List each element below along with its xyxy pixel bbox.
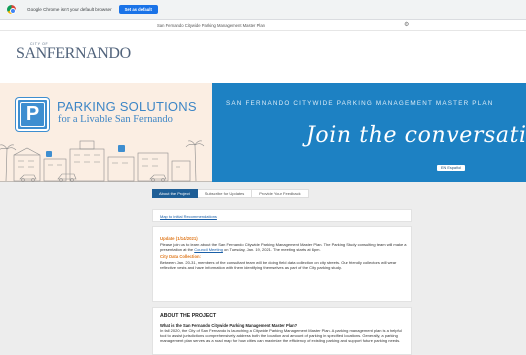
initial-recommendations-link[interactable]: Map to initial Recommendations — [160, 214, 217, 219]
set-as-default-button[interactable]: Set as default — [118, 5, 158, 14]
data-collection-heading: City Data Collection: — [160, 254, 201, 259]
update-heading: Update (1/14/2021) — [160, 236, 198, 241]
chrome-icon — [7, 5, 16, 14]
about-body: In fall 2020, the City of San Fernando i… — [160, 328, 402, 344]
about-card: ABOUT THE PROJECT What is the San Fernan… — [152, 307, 412, 355]
city-logo[interactable]: CITY OF SANFERNANDO — [16, 42, 131, 62]
plan-link-card: Map to initial Recommendations — [152, 209, 412, 222]
tab-subscribe-updates[interactable]: Subscribe for Updates — [197, 189, 253, 198]
tab-about-project[interactable]: About the Project — [152, 189, 201, 198]
banner-title: PARKING SOLUTIONS — [57, 99, 197, 114]
gear-icon[interactable]: ⚙ — [404, 22, 409, 28]
default-browser-bar: Google Chrome isn't your default browser… — [0, 0, 526, 20]
city-skyline-illustration — [0, 140, 212, 182]
banner-subtitle: for a Livable San Fernando — [58, 114, 173, 125]
join-conversation-text: Join the conversation — [306, 123, 526, 148]
default-browser-message: Google Chrome isn't your default browser — [27, 7, 112, 12]
about-heading: ABOUT THE PROJECT — [160, 313, 217, 319]
project-tabs: About the Project Subscribe for Updates … — [152, 189, 309, 198]
update-body: Please join us to learn about the San Fe… — [160, 242, 408, 252]
tab-provide-feedback[interactable]: Provide Your Feedback — [252, 189, 309, 198]
banner-left: P PARKING SOLUTIONS for a Livable San Fe… — [0, 83, 212, 182]
site-title: San Fernando Citywide Parking Management… — [157, 23, 265, 28]
parking-sign-letter: P — [20, 102, 45, 127]
logo-big-text: SANFERNANDO — [16, 45, 131, 62]
banner-right: SAN FERNANDO CITYWIDE PARKING MANAGEMENT… — [212, 83, 526, 182]
council-meeting-link[interactable]: Council Meeting — [194, 247, 223, 252]
language-button[interactable]: EN Español — [437, 165, 466, 171]
update-card: Update (1/14/2021) Please join us to lea… — [152, 226, 412, 302]
site-header: CITY OF SANFERNANDO — [0, 31, 526, 83]
site-top-strip: San Fernando Citywide Parking Management… — [0, 20, 526, 31]
parking-sign-icon: P — [16, 98, 49, 131]
update-body-text-end: on Tuesday, Jan. 19, 2021. The meeting s… — [222, 247, 321, 253]
page: Google Chrome isn't your default browser… — [0, 0, 526, 355]
data-collection-body: Between Jan. 20-31, members of the consu… — [160, 260, 397, 271]
banner-right-title: SAN FERNANDO CITYWIDE PARKING MANAGEMENT… — [226, 100, 494, 107]
